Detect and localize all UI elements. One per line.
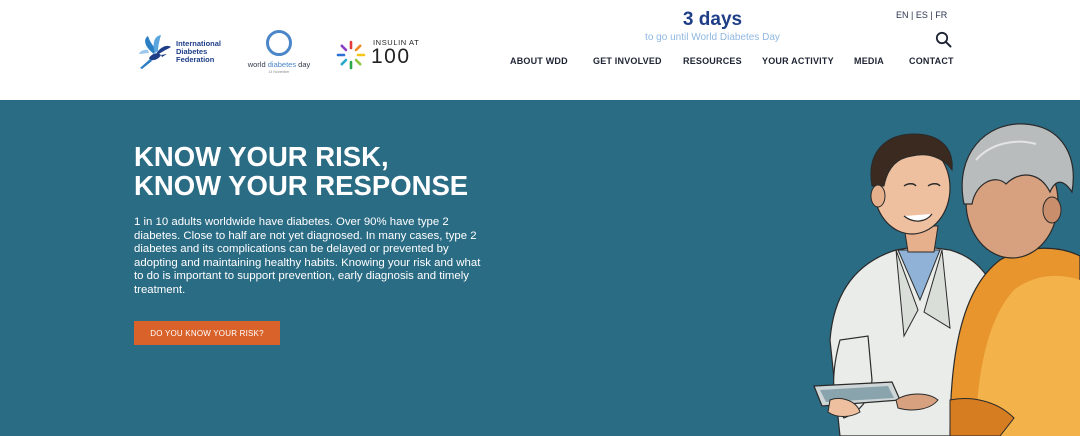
- hero-title: KNOW YOUR RISK, KNOW YOUR RESPONSE: [134, 142, 604, 200]
- world-diabetes-day-logo[interactable]: world diabetes day 14 November: [243, 30, 315, 78]
- language-es[interactable]: ES: [916, 10, 928, 20]
- hero-title-line: KNOW YOUR RISK,: [134, 141, 389, 172]
- hero-description: 1 in 10 adults worldwide have diabetes. …: [134, 216, 481, 296]
- main-nav: ABOUT WDD GET INVOLVED RESOURCES YOUR AC…: [0, 56, 1080, 70]
- language-separator: |: [908, 10, 916, 20]
- nav-about-wdd[interactable]: ABOUT WDD: [510, 56, 568, 66]
- nav-media[interactable]: MEDIA: [854, 56, 884, 66]
- doctor-patient-illustration: [813, 123, 1080, 436]
- language-fr[interactable]: FR: [935, 10, 947, 20]
- hero-title-line: KNOW YOUR RESPONSE: [134, 170, 469, 201]
- nav-resources[interactable]: RESOURCES: [683, 56, 742, 66]
- wdd-logo-date: 14 November: [268, 70, 290, 74]
- blue-circle-icon: [266, 30, 292, 56]
- countdown-caption: to go until World Diabetes Day: [645, 32, 780, 43]
- site-header: International Diabetes Federation world …: [0, 0, 1080, 100]
- nav-contact[interactable]: CONTACT: [909, 56, 954, 66]
- countdown-number: 3 days: [682, 9, 743, 30]
- search-icon[interactable]: [935, 31, 952, 48]
- countdown: 3 days to go until World Diabetes Day: [610, 9, 815, 43]
- language-en[interactable]: EN: [896, 10, 909, 20]
- nav-your-activity[interactable]: YOUR ACTIVITY: [762, 56, 834, 66]
- nav-get-involved[interactable]: GET INVOLVED: [593, 56, 662, 66]
- hero-banner: KNOW YOUR RISK, KNOW YOUR RESPONSE 1 in …: [0, 100, 1080, 436]
- language-switcher: EN | ES | FR: [896, 10, 947, 20]
- risk-test-button[interactable]: DO YOU KNOW YOUR RISK?: [134, 321, 280, 345]
